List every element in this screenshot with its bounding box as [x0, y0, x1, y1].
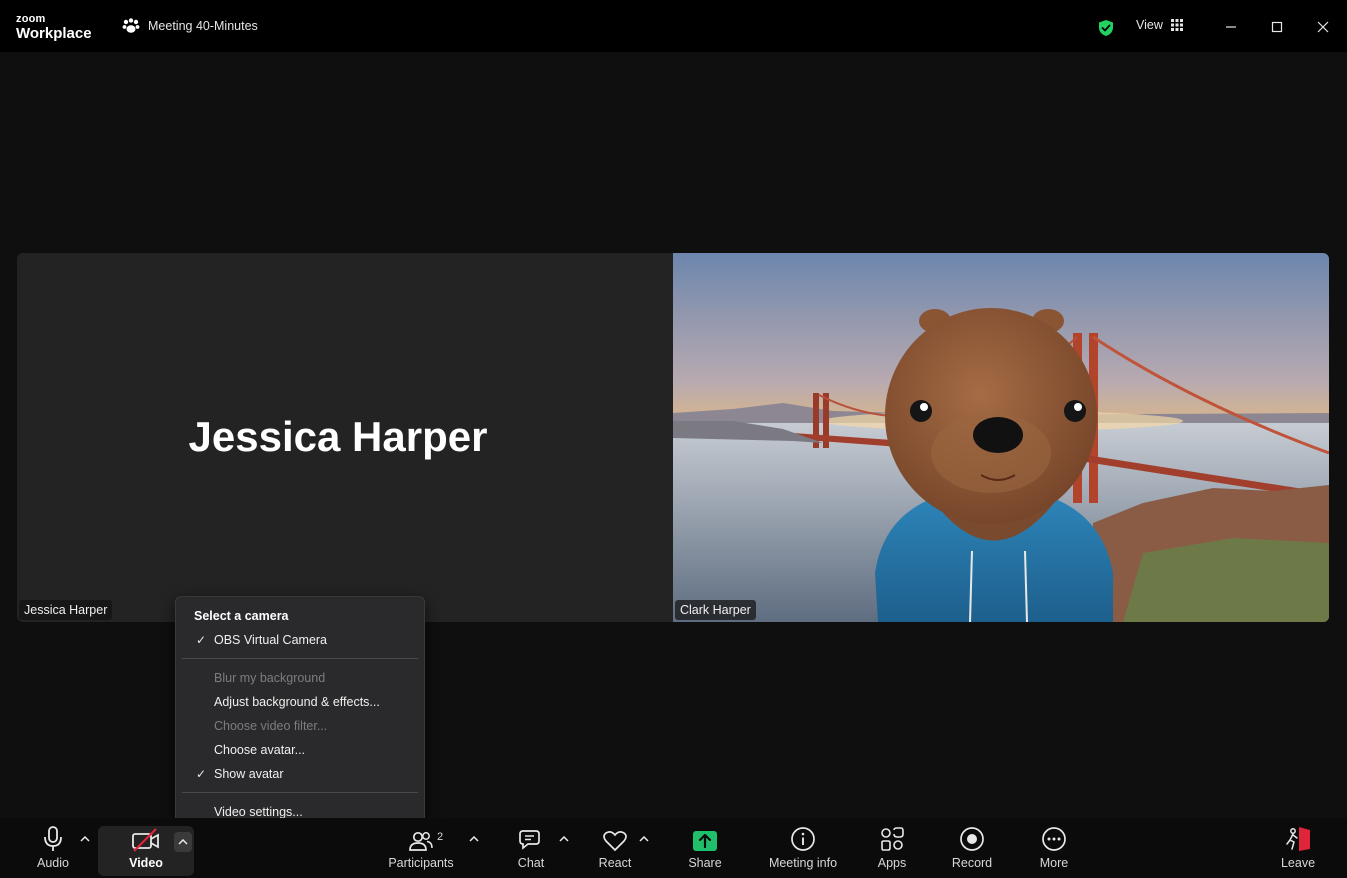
record-icon	[960, 827, 984, 851]
menu-item-label: Video settings...	[214, 805, 303, 819]
video-tile-clark[interactable]: Clark Harper	[673, 253, 1329, 622]
title-bar: zoom Workplace Meeting 40-Minutes View	[0, 0, 1347, 52]
zoom-meeting-window: zoom Workplace Meeting 40-Minutes View J…	[0, 0, 1347, 878]
microphone-icon	[44, 826, 62, 851]
zoom-workplace-logo: zoom Workplace	[16, 13, 92, 42]
leave-button[interactable]: Leave	[1280, 818, 1316, 878]
menu-item-obs-virtual-camera[interactable]: ✓ OBS Virtual Camera	[176, 629, 424, 651]
video-tile-jessica[interactable]: Jessica Harper Jessica Harper	[17, 253, 673, 622]
participant-name-tag: Jessica Harper	[19, 600, 113, 620]
minimize-icon	[1226, 26, 1236, 28]
menu-item-label: OBS Virtual Camera	[214, 633, 328, 647]
chevron-up-icon	[469, 836, 479, 842]
maximize-icon	[1271, 21, 1283, 33]
minimize-button[interactable]	[1218, 14, 1244, 40]
close-button[interactable]	[1310, 14, 1336, 40]
menu-item-adjust-background[interactable]: Adjust background & effects...	[176, 691, 424, 713]
menu-item-label: Show avatar	[214, 767, 284, 781]
record-label: Record	[951, 856, 993, 870]
participants-label: Participants	[388, 856, 454, 870]
apps-label: Apps	[877, 856, 907, 870]
meeting-title-text: Meeting 40-Minutes	[148, 19, 258, 33]
participants-options-caret[interactable]	[467, 832, 481, 846]
meeting-title[interactable]: Meeting 40-Minutes	[122, 18, 258, 34]
menu-item-label: Blur my background	[214, 671, 326, 685]
chat-label: Chat	[517, 856, 545, 870]
share-screen-icon	[693, 831, 717, 851]
participants-button[interactable]: Participants	[386, 818, 456, 878]
meeting-toolbar: Audio Video Participants 2 Chat React Sh…	[0, 818, 1347, 878]
menu-item-blur-background: Blur my background	[176, 667, 424, 689]
chat-icon	[519, 830, 540, 850]
react-options-caret[interactable]	[637, 832, 651, 846]
participants-count-badge: 2	[437, 831, 444, 843]
logo-line2: Workplace	[16, 25, 92, 42]
menu-item-label: Choose video filter...	[214, 719, 328, 733]
participant-name-tag: Clark Harper	[675, 600, 756, 620]
info-icon	[791, 827, 815, 851]
meeting-info-label: Meeting info	[768, 856, 838, 870]
chevron-up-icon	[178, 839, 188, 845]
participants-icon	[409, 831, 433, 851]
participant-display-name: Jessica Harper	[188, 413, 488, 460]
apps-icon	[881, 827, 904, 851]
paw-icon	[122, 18, 140, 33]
menu-separator	[182, 792, 418, 793]
more-icon	[1042, 827, 1066, 851]
close-icon	[1317, 21, 1329, 33]
meeting-info-button[interactable]: Meeting info	[764, 818, 842, 878]
react-button[interactable]: React	[594, 818, 636, 878]
share-label: Share	[688, 856, 722, 870]
maximize-button[interactable]	[1264, 14, 1290, 40]
menu-item-label: Choose avatar...	[214, 743, 306, 757]
menu-separator	[182, 658, 418, 659]
checkmark-icon: ✓	[196, 633, 207, 647]
more-button[interactable]: More	[1036, 818, 1072, 878]
avatar-video-feed	[673, 253, 1329, 622]
menu-item-choose-avatar[interactable]: Choose avatar...	[176, 739, 424, 761]
logo-line1: zoom	[16, 13, 46, 25]
menu-item-choose-video-filter: Choose video filter...	[176, 715, 424, 737]
video-label: Video	[129, 856, 163, 870]
share-button[interactable]: Share	[684, 818, 726, 878]
chevron-up-icon	[80, 836, 90, 842]
heart-icon	[603, 831, 627, 852]
record-button[interactable]: Record	[950, 818, 994, 878]
audio-options-caret[interactable]	[78, 832, 92, 846]
chat-options-caret[interactable]	[557, 832, 571, 846]
menu-item-show-avatar[interactable]: ✓ Show avatar	[176, 763, 424, 785]
audio-label: Audio	[37, 856, 69, 870]
react-label: React	[598, 856, 632, 870]
security-shield-icon[interactable]	[1097, 19, 1115, 37]
video-options-caret[interactable]	[174, 832, 192, 852]
video-off-icon	[132, 828, 159, 852]
chat-button[interactable]: Chat	[512, 818, 550, 878]
chevron-up-icon	[559, 836, 569, 842]
menu-item-label: Adjust background & effects...	[214, 695, 380, 709]
more-label: More	[1039, 856, 1069, 870]
chevron-up-icon	[639, 836, 649, 842]
grid-icon	[1170, 19, 1183, 31]
camera-menu-header: Select a camera	[194, 609, 289, 623]
checkmark-icon: ✓	[196, 767, 207, 781]
camera-menu: Select a camera ✓ OBS Virtual Camera Blu…	[175, 596, 425, 830]
apps-button[interactable]: Apps	[872, 818, 912, 878]
view-button[interactable]: View	[1136, 18, 1183, 32]
audio-button[interactable]: Audio	[30, 818, 76, 878]
leave-door-icon	[1286, 827, 1310, 851]
view-label: View	[1136, 18, 1163, 32]
video-button[interactable]: Video	[120, 818, 172, 878]
leave-label: Leave	[1280, 856, 1316, 870]
